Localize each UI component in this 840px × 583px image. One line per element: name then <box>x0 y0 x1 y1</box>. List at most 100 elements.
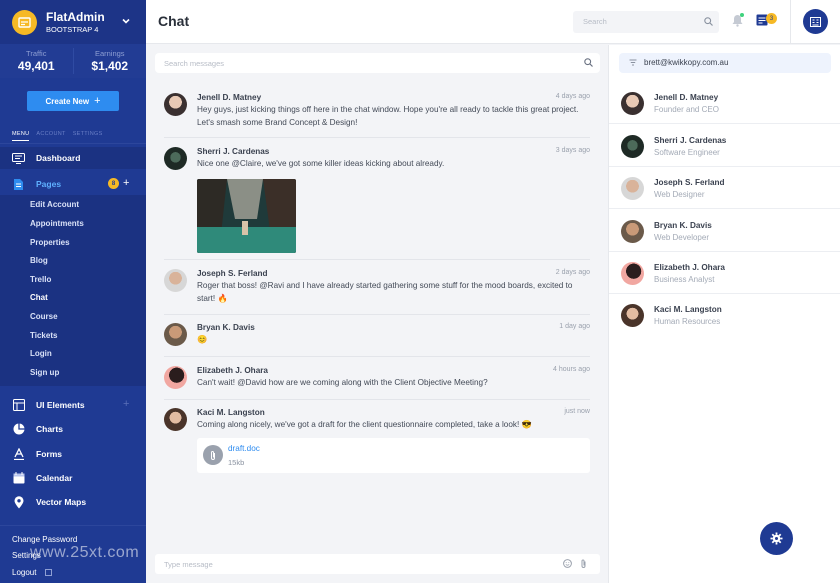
search-placeholder: Search <box>583 17 607 26</box>
stat-value: $1,402 <box>91 59 129 73</box>
message-time: 4 hours ago <box>553 366 590 373</box>
contacts-panel: brett@kwikkopy.com.au Jenell D. Matney F… <box>608 45 840 583</box>
sidebar-item-ui-elements[interactable]: UI Elements + <box>0 394 146 416</box>
sidebar-item-label: Vector Maps <box>36 497 87 507</box>
sidebar-tabs: MENU ACCOUNT SETTINGS <box>12 131 103 141</box>
submenu-item[interactable]: Tickets <box>30 330 57 342</box>
logo-icon <box>12 10 37 35</box>
tab-menu[interactable]: MENU <box>12 131 30 141</box>
chat-message: Jenell D. Matney 4 days ago Hey guys, ju… <box>164 93 590 138</box>
brand-name: FlatAdmin <box>46 10 105 24</box>
avatar[interactable] <box>164 408 187 431</box>
message-text: Coming along nicely, we've got a draft f… <box>197 420 532 429</box>
contact-role: Software Engineer <box>654 148 720 157</box>
stat-earnings: Earnings $1,402 <box>74 44 147 78</box>
avatar <box>621 177 644 200</box>
contact-item[interactable]: Joseph S. Ferland Web Designer <box>609 167 840 209</box>
sender-name[interactable]: Elizabeth J. Ohara <box>197 366 268 375</box>
submenu-item[interactable]: Course <box>30 311 58 323</box>
header-search-input[interactable]: Search <box>573 11 719 33</box>
emoji-icon[interactable] <box>563 559 572 568</box>
stat-value: 49,401 <box>17 59 55 73</box>
contact-role: Web Developer <box>654 233 709 242</box>
logout-link[interactable]: Logout <box>12 567 36 579</box>
contact-name: Kaci M. Langston <box>654 305 722 314</box>
avatar[interactable] <box>164 366 187 389</box>
submenu-item[interactable]: Appointments <box>30 218 84 230</box>
sidebar: FlatAdmin BOOTSTRAP 4 Traffic 49,401 Ear… <box>0 0 146 583</box>
pages-submenu: Edit Account Appointments Properties Blo… <box>0 195 146 386</box>
message-input[interactable]: Type message <box>155 554 600 574</box>
chat-panel: Search messages Jenell D. Matney 4 days … <box>146 45 608 583</box>
brand-subtitle: BOOTSTRAP 4 <box>46 25 99 34</box>
search-icon[interactable] <box>584 58 593 67</box>
divider <box>0 525 146 526</box>
avatar[interactable] <box>164 269 187 292</box>
sender-name[interactable]: Sherri J. Cardenas <box>197 147 269 156</box>
contact-item[interactable]: Jenell D. Matney Founder and CEO <box>609 82 840 124</box>
stat-label: Traffic <box>26 49 47 58</box>
contact-name: Joseph S. Ferland <box>654 178 725 187</box>
paperclip-icon[interactable] <box>580 559 587 569</box>
sidebar-item-forms[interactable]: Forms <box>0 443 146 465</box>
contact-name: Elizabeth J. Ohara <box>654 263 725 272</box>
avatar[interactable] <box>164 93 187 116</box>
sidebar-item-calendar[interactable]: Calendar <box>0 467 146 489</box>
attachment-name[interactable]: draft.doc <box>228 444 260 453</box>
sidebar-item-label: Forms <box>36 449 62 459</box>
paperclip-icon <box>203 445 223 465</box>
plus-icon[interactable]: + <box>123 177 129 189</box>
gear-icon <box>770 532 783 545</box>
sender-name[interactable]: Joseph S. Ferland <box>197 269 268 278</box>
avatar[interactable] <box>164 323 187 346</box>
submenu-item[interactable]: Sign up <box>30 367 59 379</box>
brand-header[interactable]: FlatAdmin BOOTSTRAP 4 <box>0 0 146 44</box>
message-search-input[interactable]: Search messages <box>155 53 600 73</box>
filter-icon[interactable] <box>629 59 637 66</box>
sidebar-item-pages[interactable]: Pages 8 + <box>0 173 146 195</box>
submenu-item[interactable]: Blog <box>30 255 48 267</box>
submenu-item[interactable]: Properties <box>30 237 70 249</box>
search-icon[interactable] <box>704 17 713 26</box>
building-icon <box>810 17 821 27</box>
document-icon <box>12 178 25 191</box>
tab-account[interactable]: ACCOUNT <box>36 131 65 141</box>
submenu-item[interactable]: Trello <box>30 274 51 286</box>
chat-message: Kaci M. Langston just now Coming along n… <box>164 408 590 480</box>
sidebar-item-dashboard[interactable]: Dashboard <box>0 147 146 169</box>
contact-name: Sherri J. Cardenas <box>654 136 727 145</box>
sidebar-item-label: Pages <box>36 179 62 189</box>
message-time: just now <box>564 408 590 415</box>
sender-name[interactable]: Kaci M. Langston <box>197 408 265 417</box>
avatar <box>621 220 644 243</box>
sidebar-item-vector-maps[interactable]: Vector Maps <box>0 491 146 513</box>
submenu-item[interactable]: Edit Account <box>30 199 79 211</box>
submenu-item[interactable]: Login <box>30 348 52 360</box>
chat-message: Elizabeth J. Ohara 4 hours ago Can't wai… <box>164 366 590 400</box>
contact-filter-input[interactable]: brett@kwikkopy.com.au <box>619 53 831 73</box>
tab-settings[interactable]: SETTINGS <box>73 131 103 141</box>
contact-item[interactable]: Bryan K. Davis Web Developer <box>609 210 840 252</box>
contact-item[interactable]: Sherri J. Cardenas Software Engineer <box>609 125 840 167</box>
chevron-down-icon[interactable] <box>121 16 131 26</box>
sidebar-item-charts[interactable]: Charts <box>0 418 146 440</box>
contact-name: Bryan K. Davis <box>654 221 712 230</box>
submenu-item-active[interactable]: Chat <box>30 292 48 304</box>
sidebar-item-label: UI Elements <box>36 400 85 410</box>
logout-icon[interactable] <box>45 569 52 576</box>
building-button[interactable] <box>803 9 828 34</box>
avatar[interactable] <box>164 147 187 170</box>
sender-name[interactable]: Bryan K. Davis <box>197 323 255 332</box>
chat-message: Bryan K. Davis 1 day ago 😊 <box>164 323 590 357</box>
create-new-button[interactable]: Create New + <box>27 91 119 111</box>
inbox-count-badge: 3 <box>766 13 777 24</box>
contact-item[interactable]: Elizabeth J. Ohara Business Analyst <box>609 252 840 294</box>
settings-fab-button[interactable] <box>760 522 793 555</box>
contact-item[interactable]: Kaci M. Langston Human Resources <box>609 294 840 336</box>
file-attachment[interactable]: draft.doc 15kb <box>197 438 590 473</box>
sidebar-item-label: Calendar <box>36 473 73 483</box>
shared-image[interactable] <box>197 179 296 253</box>
plus-icon[interactable]: + <box>123 398 129 410</box>
plus-icon: + <box>94 95 101 107</box>
sender-name[interactable]: Jenell D. Matney <box>197 93 261 102</box>
